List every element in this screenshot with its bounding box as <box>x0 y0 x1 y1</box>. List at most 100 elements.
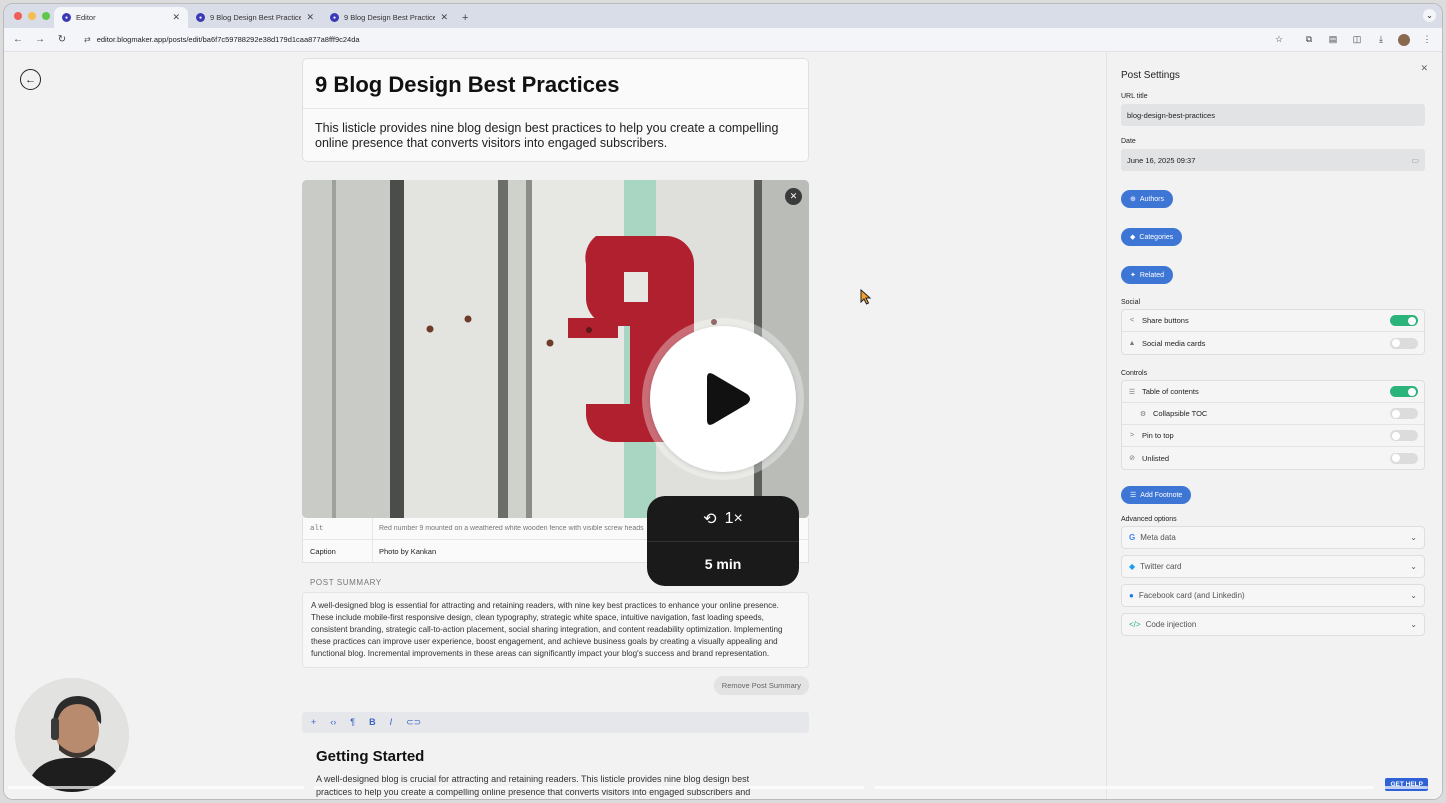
remove-post-summary-button[interactable]: Remove Post Summary <box>713 675 809 695</box>
paragraph-icon[interactable]: ¶ <box>350 717 355 727</box>
related-button[interactable]: ✦ Related <box>1121 266 1174 284</box>
categories-label: Categories <box>1139 233 1174 241</box>
get-help-button[interactable]: GET HELP <box>1385 778 1428 791</box>
share-buttons-toggle[interactable] <box>1390 315 1418 326</box>
share-icon: < <box>1129 317 1135 324</box>
twitter-icon: ◆ <box>1129 562 1136 571</box>
facebook-card-accordion[interactable]: ● Facebook card (and Linkedin) ⌄ <box>1121 584 1425 607</box>
video-duration: 5 min <box>704 556 742 572</box>
eye-off-icon: ⊘ <box>1129 455 1135 462</box>
code-injection-label: Code injection <box>1145 620 1197 629</box>
authors-button[interactable]: ⊕ Authors <box>1121 190 1173 208</box>
link-icon[interactable]: ⊂⊃ <box>406 717 421 728</box>
bold-icon[interactable]: B <box>369 717 376 727</box>
twitter-card-label: Twitter card <box>1140 562 1182 571</box>
tab-post-preview-1[interactable]: ● 9 Blog Design Best Practices ✕ <box>188 7 322 28</box>
collapsible-toc-label: Collapsible TOC <box>1153 409 1208 418</box>
site-favicon-icon: ● <box>62 13 71 22</box>
remove-image-close-icon[interactable]: ✕ <box>785 188 802 205</box>
twitter-card-accordion[interactable]: ◆ Twitter card ⌄ <box>1121 555 1425 578</box>
table-of-contents-row[interactable]: ☰ Table of contents <box>1122 381 1424 403</box>
playback-speed-button[interactable]: ⟲ 1× <box>647 496 799 542</box>
date-value: June 16, 2025 09:37 <box>1127 155 1196 165</box>
italic-icon[interactable]: I <box>390 717 393 727</box>
post-summary-text[interactable]: A well-designed blog is essential for at… <box>302 592 809 668</box>
extensions-icon[interactable]: ⧉ <box>1302 34 1316 45</box>
url-title-input[interactable]: blog-design-best-practices <box>1121 104 1425 126</box>
caption-input[interactable]: Photo by Kankan <box>373 547 436 556</box>
calendar-icon[interactable]: ▭ <box>1411 156 1419 165</box>
close-tab-icon[interactable]: ✕ <box>440 12 448 23</box>
related-icon: ✦ <box>1130 272 1136 279</box>
list-icon: ☰ <box>1128 388 1136 396</box>
speed-gauge-icon: ⟲ <box>703 510 717 528</box>
image-card-icon: ▲ <box>1128 339 1136 347</box>
address-bar[interactable]: ⇄ editor.blogmaker.app/posts/edit/ba6f7c… <box>78 31 1292 49</box>
share-buttons-row[interactable]: < Share buttons <box>1122 310 1424 332</box>
new-tab-plus-icon[interactable]: + <box>456 12 474 24</box>
presenter-webcam <box>15 678 129 792</box>
post-title-input[interactable]: 9 Blog Design Best Practices <box>303 59 808 109</box>
tab-search-chevron-icon[interactable]: ⌄ <box>1423 9 1436 22</box>
mouse-cursor-icon <box>860 289 872 305</box>
minimize-window-button[interactable] <box>28 12 36 20</box>
reload-icon[interactable]: ↻ <box>56 34 68 45</box>
play-button[interactable] <box>650 326 796 472</box>
categories-button[interactable]: ◆ Categories <box>1121 228 1183 246</box>
alt-text-input[interactable]: Red number 9 mounted on a weathered whit… <box>373 525 644 532</box>
back-circle-arrow-icon[interactable]: ← <box>20 69 41 90</box>
pin-to-top-toggle[interactable] <box>1390 430 1418 441</box>
toc-toggle[interactable] <box>1390 386 1418 397</box>
section-heading[interactable]: Getting Started <box>302 748 809 765</box>
window-controls <box>14 12 50 20</box>
recording-progress-bar[interactable] <box>8 786 1438 789</box>
date-label: Date <box>1121 138 1136 145</box>
date-input[interactable]: June 16, 2025 09:37 ▭ <box>1121 149 1425 171</box>
site-favicon-icon: ● <box>196 13 205 22</box>
close-tab-icon[interactable]: ✕ <box>172 12 180 23</box>
reading-list-icon[interactable]: ▤ <box>1326 34 1340 45</box>
code-injection-accordion[interactable]: </> Code injection ⌄ <box>1121 613 1425 636</box>
add-footnote-button[interactable]: ☰ Add Footnote <box>1121 486 1192 504</box>
facebook-icon: ● <box>1129 591 1134 600</box>
browser-menu-icon[interactable]: ⋮ <box>1420 34 1434 45</box>
back-arrow-icon[interactable]: ← <box>12 34 24 45</box>
tag-icon: ◆ <box>1130 234 1136 241</box>
tab-editor[interactable]: ● Editor ✕ <box>54 7 188 28</box>
site-settings-icon[interactable]: ⇄ <box>84 35 91 44</box>
pin-to-top-label: Pin to top <box>1142 431 1174 440</box>
maximize-window-button[interactable] <box>42 12 50 20</box>
facebook-card-label: Facebook card (and Linkedin) <box>1138 591 1245 600</box>
tab-post-preview-2[interactable]: ● 9 Blog Design Best Practices ✕ <box>322 7 456 28</box>
pin-to-top-row[interactable]: > Pin to top <box>1122 425 1424 447</box>
formatting-toolbar: + ‹› ¶ B I ⊂⊃ <box>302 711 809 733</box>
url-text[interactable]: editor.blogmaker.app/posts/edit/ba6f7c59… <box>97 35 1266 44</box>
footnote-list-icon: ☰ <box>1130 492 1137 499</box>
download-icon[interactable]: ⤓ <box>1374 34 1388 45</box>
close-window-button[interactable] <box>14 12 22 20</box>
post-settings-panel: ✕ Post Settings URL title blog-design-be… <box>1106 52 1442 799</box>
code-icon[interactable]: ‹› <box>330 717 336 727</box>
social-media-cards-toggle[interactable] <box>1390 337 1418 349</box>
bookmark-star-icon[interactable]: ☆ <box>1272 34 1286 45</box>
playback-panel: ⟲ 1× 5 min <box>647 496 799 586</box>
forward-arrow-icon[interactable]: → <box>34 34 46 45</box>
social-media-cards-row[interactable]: ▲ Social media cards <box>1122 332 1424 354</box>
post-subtitle-input[interactable]: This listicle provides nine blog design … <box>303 109 808 161</box>
close-tab-icon[interactable]: ✕ <box>306 12 314 23</box>
unlisted-toggle[interactable] <box>1390 452 1418 464</box>
profile-avatar[interactable] <box>1398 33 1410 46</box>
chevron-down-icon: ⌄ <box>1410 591 1417 600</box>
meta-data-accordion[interactable]: G Meta data ⌄ <box>1121 526 1425 549</box>
side-panel-icon[interactable]: ◫ <box>1350 34 1364 45</box>
google-icon: G <box>1129 533 1136 542</box>
share-buttons-label: Share buttons <box>1142 316 1189 325</box>
authors-icon: ⊕ <box>1130 196 1136 203</box>
tab-list: ● Editor ✕ ● 9 Blog Design Best Practice… <box>54 7 474 28</box>
collapsible-toc-row[interactable]: ⚙ Collapsible TOC <box>1122 403 1424 425</box>
add-block-plus-icon[interactable]: + <box>311 717 316 727</box>
unlisted-row[interactable]: ⊘ Unlisted <box>1122 447 1424 469</box>
related-label: Related <box>1139 271 1165 279</box>
tab-title: 9 Blog Design Best Practices <box>210 13 302 22</box>
collapsible-toc-toggle[interactable] <box>1390 408 1418 419</box>
